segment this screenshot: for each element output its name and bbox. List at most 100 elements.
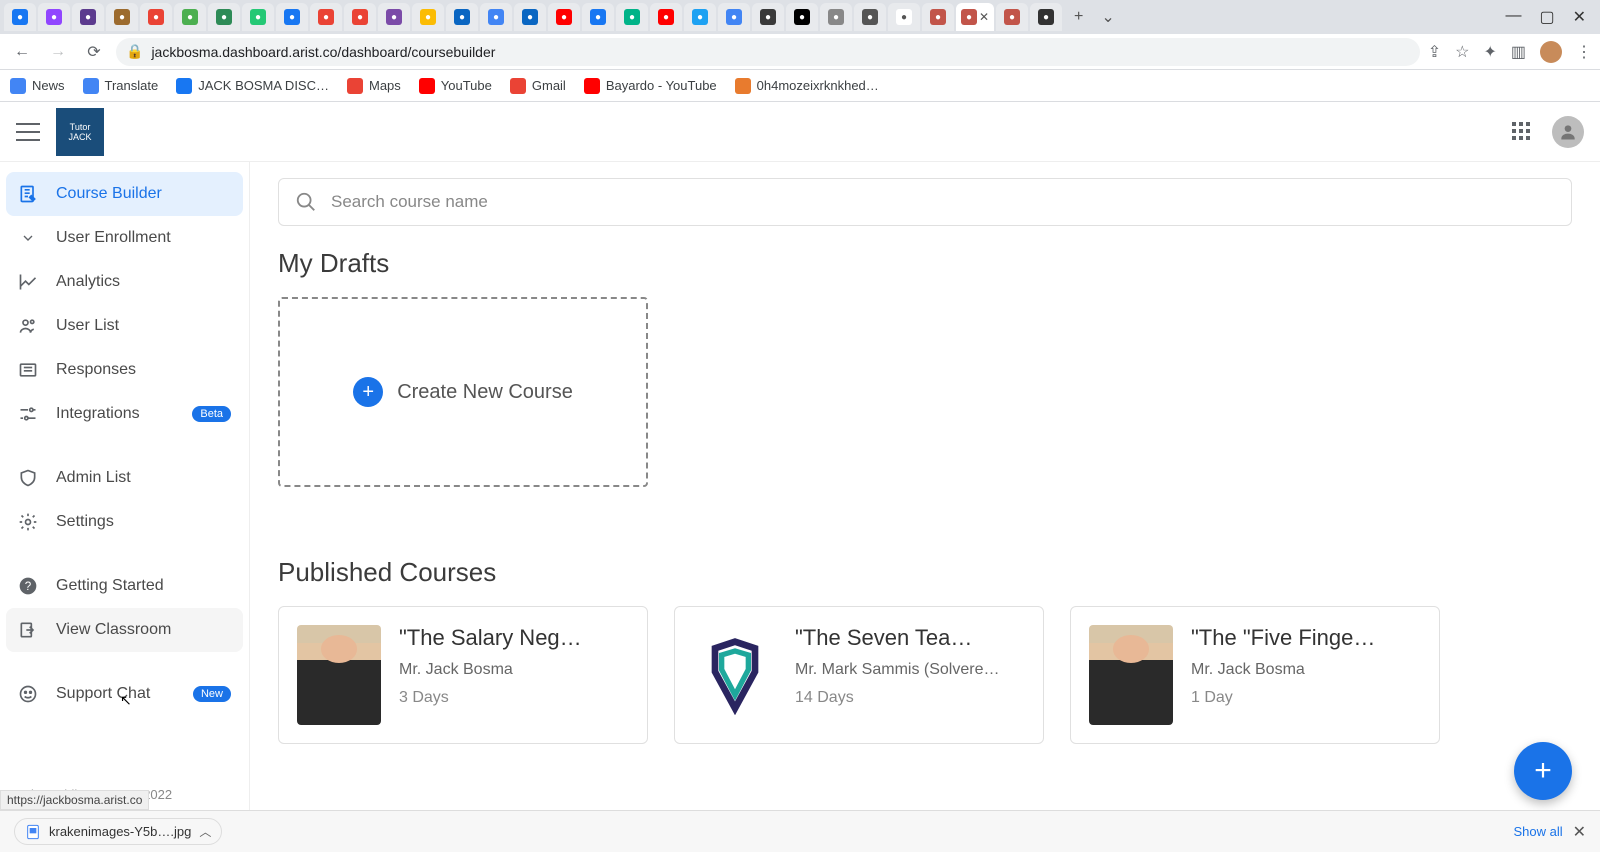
browser-tab[interactable]: ● [718, 3, 750, 31]
browser-tab[interactable]: ● [650, 3, 682, 31]
browser-tab[interactable]: ● [820, 3, 852, 31]
status-bar-url: https://jackbosma.arist.co [0, 790, 149, 810]
extensions-icon[interactable]: ✦ [1483, 42, 1496, 62]
bookmark-favicon-icon [176, 78, 192, 94]
favicon-icon: ● [250, 9, 266, 25]
browser-tab[interactable]: ● [72, 3, 104, 31]
sidebar-item-admin-list[interactable]: Admin List [6, 456, 243, 500]
close-icon[interactable]: ✕ [1573, 822, 1586, 842]
sidebar-item-integrations[interactable]: IntegrationsBeta [6, 392, 243, 436]
bookmark-item[interactable]: Bayardo - YouTube [584, 78, 717, 94]
course-card[interactable]: "The Salary Neg…Mr. Jack Bosma3 Days [278, 606, 648, 744]
bookmark-star-icon[interactable]: ☆ [1455, 42, 1469, 62]
course-thumbnail [693, 625, 777, 725]
browser-tab[interactable]: ● [4, 3, 36, 31]
favicon-icon: ● [216, 9, 232, 25]
create-course-card[interactable]: + Create New Course [278, 297, 648, 487]
download-item[interactable]: krakenimages-Y5b….jpg ︿ [14, 818, 222, 845]
window-maximize-icon[interactable]: ▢ [1539, 7, 1554, 27]
browser-tab[interactable]: ● [412, 3, 444, 31]
fab-add-button[interactable]: + [1514, 742, 1572, 800]
browser-tab[interactable]: ● [786, 3, 818, 31]
bookmark-item[interactable]: JACK BOSMA DISC… [176, 78, 329, 94]
browser-tab[interactable]: ● [684, 3, 716, 31]
sidebar-item-support-chat[interactable]: Support ChatNew [6, 672, 243, 716]
sidebar-item-course-builder[interactable]: Course Builder [6, 172, 243, 216]
favicon-icon: ● [896, 9, 912, 25]
browser-tab[interactable]: ●✕ [956, 3, 994, 31]
browser-tab[interactable]: ● [174, 3, 206, 31]
download-filename: krakenimages-Y5b….jpg [49, 824, 191, 839]
sidebar-item-label: Analytics [56, 273, 120, 291]
plus-icon: + [353, 377, 383, 407]
favicon-icon: ● [386, 9, 402, 25]
browser-tab[interactable]: ● [106, 3, 138, 31]
hamburger-icon[interactable] [16, 120, 40, 144]
sidebar-item-analytics[interactable]: Analytics [6, 260, 243, 304]
browser-tab[interactable]: ● [888, 3, 920, 31]
browser-tab[interactable]: ● [752, 3, 784, 31]
browser-tab[interactable]: ● [208, 3, 240, 31]
browser-tab[interactable]: ● [344, 3, 376, 31]
profile-avatar-icon[interactable] [1540, 41, 1562, 63]
browser-tab[interactable]: ● [378, 3, 410, 31]
sidebar-item-responses[interactable]: Responses [6, 348, 243, 392]
sidebar-item-getting-started[interactable]: ?Getting Started [6, 564, 243, 608]
browser-tab[interactable]: ● [514, 3, 546, 31]
show-all-button[interactable]: Show all [1513, 824, 1562, 839]
favicon-icon: ● [961, 9, 977, 25]
favicon-icon: ● [284, 9, 300, 25]
nav-back-button[interactable]: ← [8, 38, 36, 66]
share-icon[interactable]: ⇪ [1428, 42, 1441, 62]
chevron-up-icon[interactable]: ︿ [199, 823, 211, 840]
browser-tab[interactable]: ● [616, 3, 648, 31]
nav-reload-button[interactable]: ⟳ [80, 38, 108, 66]
browser-tab[interactable]: ● [446, 3, 478, 31]
browser-tab[interactable]: ● [38, 3, 70, 31]
search-icon [295, 191, 317, 213]
browser-tab[interactable]: ● [854, 3, 886, 31]
address-field[interactable]: 🔒 jackbosma.dashboard.arist.co/dashboard… [116, 38, 1420, 66]
browser-tab[interactable]: ● [140, 3, 172, 31]
window-close-icon[interactable]: ✕ [1573, 7, 1586, 27]
sidebar-item-settings[interactable]: Settings [6, 500, 243, 544]
app-logo[interactable]: Tutor JACK [56, 108, 104, 156]
window-minimize-icon[interactable]: — [1505, 7, 1521, 27]
bookmark-item[interactable]: News [10, 78, 65, 94]
browser-tab[interactable]: ● [922, 3, 954, 31]
bookmark-item[interactable]: 0h4mozeixrknkhed… [735, 78, 879, 94]
course-card[interactable]: "The "Five Finge…Mr. Jack Bosma1 Day [1070, 606, 1440, 744]
sidebar-item-user-list[interactable]: User List [6, 304, 243, 348]
favicon-icon: ● [726, 9, 742, 25]
favicon-icon: ● [80, 9, 96, 25]
integ-icon [18, 404, 38, 424]
bookmark-item[interactable]: Translate [83, 78, 159, 94]
browser-tab[interactable]: ● [996, 3, 1028, 31]
browser-tab[interactable]: ● [276, 3, 308, 31]
bookmark-favicon-icon [83, 78, 99, 94]
tab-dropdown-icon[interactable]: ⌄ [1101, 7, 1114, 27]
course-card[interactable]: "The Seven Tea…Mr. Mark Sammis (Solvere…… [674, 606, 1044, 744]
browser-menu-icon[interactable]: ⋮ [1576, 42, 1592, 62]
favicon-icon: ● [318, 9, 334, 25]
search-input[interactable]: Search course name [278, 178, 1572, 226]
close-icon[interactable]: ✕ [979, 10, 989, 24]
browser-tab[interactable]: ● [480, 3, 512, 31]
bookmark-item[interactable]: YouTube [419, 78, 492, 94]
browser-tab[interactable]: ● [310, 3, 342, 31]
browser-tab[interactable]: ● [582, 3, 614, 31]
browser-tab[interactable]: ● [548, 3, 580, 31]
new-tab-button[interactable]: + [1074, 8, 1083, 26]
user-avatar-icon[interactable] [1552, 116, 1584, 148]
favicon-icon: ● [862, 9, 878, 25]
sidebar-item-user-enrollment[interactable]: User Enrollment [6, 216, 243, 260]
bookmark-item[interactable]: Maps [347, 78, 401, 94]
sidepanel-icon[interactable]: ▥ [1511, 42, 1526, 62]
download-shelf: krakenimages-Y5b….jpg ︿ Show all ✕ [0, 810, 1600, 852]
nav-forward-button[interactable]: → [44, 38, 72, 66]
browser-tab[interactable]: ● [1030, 3, 1062, 31]
browser-tab[interactable]: ● [242, 3, 274, 31]
bookmark-item[interactable]: Gmail [510, 78, 566, 94]
sidebar-item-view-classroom[interactable]: View Classroom [6, 608, 243, 652]
apps-grid-icon[interactable] [1512, 122, 1532, 142]
